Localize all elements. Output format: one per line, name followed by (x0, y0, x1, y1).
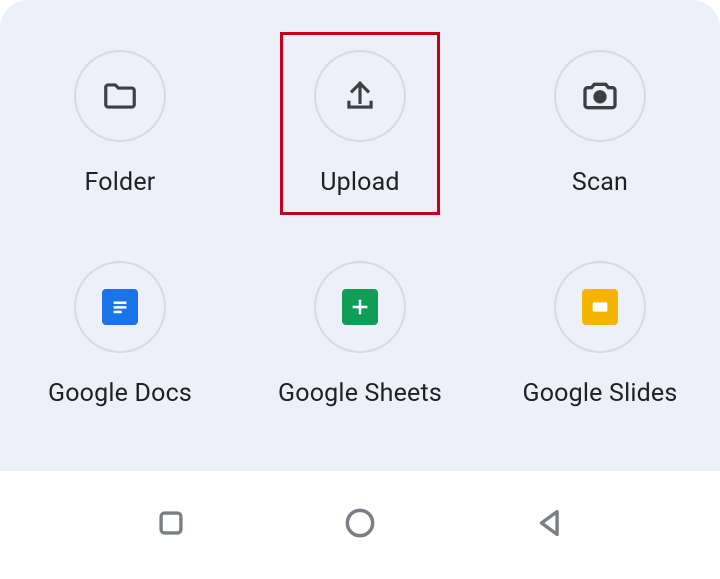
slides-label: Google Slides (523, 379, 678, 408)
scan-label: Scan (572, 168, 628, 197)
camera-icon (580, 76, 620, 116)
sheets-icon-circle (314, 261, 406, 353)
sheets-icon (342, 289, 378, 325)
docs-icon-circle (74, 261, 166, 353)
sheets-action[interactable]: Google Sheets (240, 245, 480, 416)
folder-icon (101, 77, 139, 115)
docs-label: Google Docs (48, 379, 192, 408)
slides-action[interactable]: Google Slides (480, 245, 720, 416)
back-button[interactable] (533, 506, 567, 544)
upload-action[interactable]: Upload (240, 34, 480, 205)
upload-icon-circle (314, 50, 406, 142)
docs-action[interactable]: Google Docs (0, 245, 240, 416)
action-grid: Folder Upload (0, 34, 720, 416)
slides-icon (582, 289, 618, 325)
scan-action[interactable]: Scan (480, 34, 720, 205)
home-button[interactable] (341, 504, 379, 546)
sheets-label: Google Sheets (278, 379, 442, 408)
create-new-sheet: Folder Upload (0, 0, 720, 471)
folder-label: Folder (85, 168, 156, 197)
upload-icon (341, 77, 379, 115)
android-nav-bar (0, 471, 720, 579)
folder-action[interactable]: Folder (0, 34, 240, 205)
slides-icon-circle (554, 261, 646, 353)
recents-button[interactable] (154, 506, 188, 544)
scan-icon-circle (554, 50, 646, 142)
folder-icon-circle (74, 50, 166, 142)
upload-label: Upload (320, 168, 399, 197)
docs-icon (102, 289, 138, 325)
